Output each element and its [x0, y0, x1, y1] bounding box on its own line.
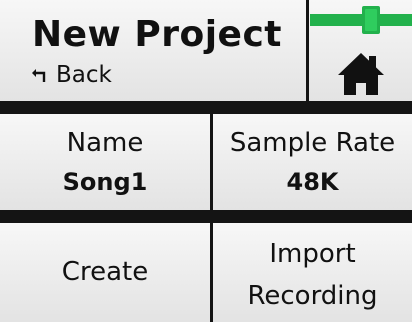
- create-button[interactable]: Create: [0, 223, 210, 322]
- name-value: Song1: [62, 168, 148, 196]
- import-label-line2: Recording: [247, 281, 378, 311]
- back-button[interactable]: Back: [32, 62, 112, 88]
- level-meter-icon: [310, 6, 412, 34]
- sample-rate-value: 48K: [286, 168, 339, 196]
- import-label-line1: Import: [269, 239, 356, 269]
- home-icon: [336, 51, 386, 97]
- page-title: New Project: [32, 14, 283, 55]
- sample-rate-field[interactable]: Sample Rate 48K: [213, 114, 412, 210]
- screen: New Project Back Name Song1 Sample Rate …: [0, 0, 412, 322]
- sample-rate-label: Sample Rate: [229, 128, 396, 158]
- name-field[interactable]: Name Song1: [0, 114, 210, 210]
- return-arrow-icon: [32, 62, 48, 88]
- name-label: Name: [66, 128, 144, 158]
- create-label: Create: [61, 257, 149, 287]
- import-recording-button[interactable]: Import Recording: [213, 223, 412, 322]
- back-label: Back: [56, 62, 112, 88]
- import-recording-label: Import Recording: [213, 233, 412, 317]
- header-panel: New Project Back: [0, 0, 306, 101]
